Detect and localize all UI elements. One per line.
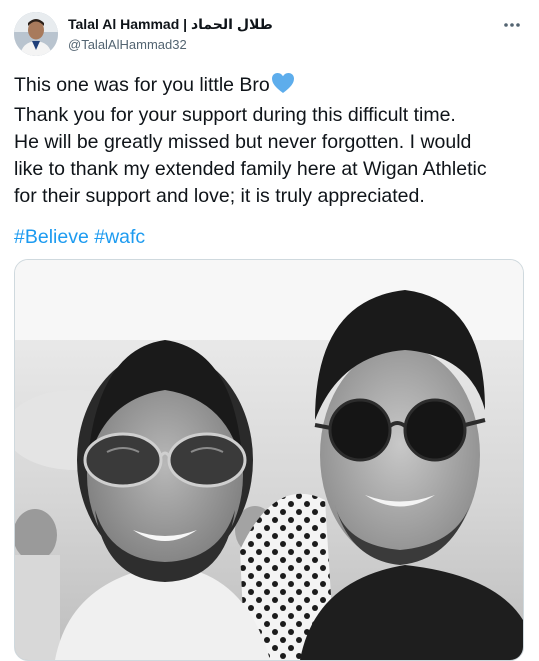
tweet-card: Talal Al Hammad | طلال الحماد @TalalAlHa… — [0, 0, 539, 661]
user-handle[interactable]: @TalalAlHammad32 — [68, 37, 187, 52]
more-options-icon — [504, 23, 520, 27]
tweet-text-line-5: for their support and love; it is truly … — [14, 185, 425, 207]
tweet-text-line-2: Thank you for your support during this d… — [14, 104, 456, 126]
display-name[interactable]: Talal Al Hammad | طلال الحماد — [68, 16, 273, 33]
tweet-text-line-1: This one was for you little Bro — [14, 72, 524, 102]
avatar[interactable] — [14, 12, 58, 56]
photo-image — [15, 260, 523, 660]
tweet-text: This one was for you little Bro Thank yo… — [14, 72, 524, 210]
hashtag-believe[interactable]: #Believe — [14, 226, 89, 248]
more-options-button[interactable] — [501, 14, 523, 36]
avatar-image — [14, 12, 58, 56]
tweet-text-line-3: He will be greatly missed but never forg… — [14, 131, 472, 153]
blue-heart-icon — [271, 72, 295, 102]
hashtag-row: #Believe #wafc — [14, 224, 145, 251]
tweet-photo[interactable] — [14, 259, 524, 661]
tweet-text-line-1-content: This one was for you little Bro — [14, 74, 270, 96]
hashtag-wafc[interactable]: #wafc — [94, 226, 145, 248]
tweet-text-line-4: like to thank my extended family here at… — [14, 158, 487, 180]
